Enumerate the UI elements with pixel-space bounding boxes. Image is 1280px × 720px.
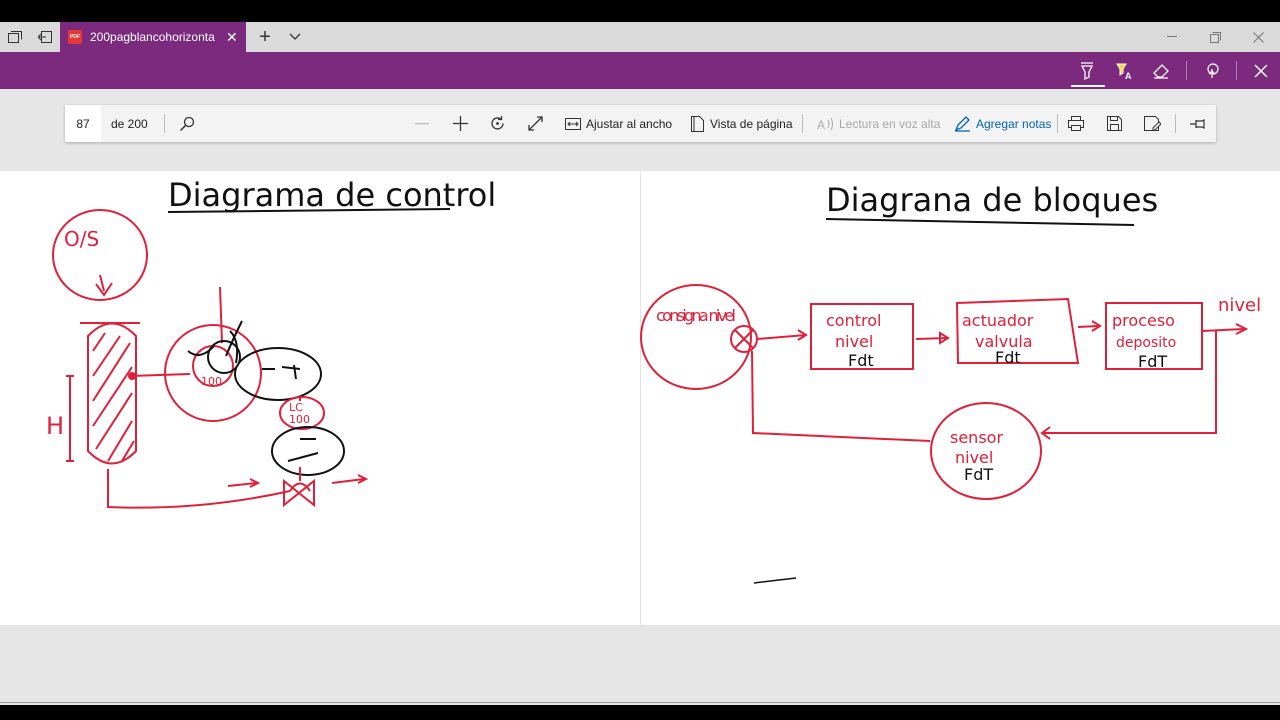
add-notes-button[interactable]: Agregar notas [976,105,1051,142]
svg-text:proceso: proceso [1112,311,1175,330]
print-icon[interactable] [1061,105,1091,142]
svg-text:A: A [817,118,825,131]
pdf-page: Diagrama de control O/S H 100 LC 100 Dia… [0,171,1280,625]
page-number-input[interactable]: 87 [65,105,101,142]
bottom-rule [0,702,1280,703]
add-notes-icon[interactable] [947,105,977,142]
minimize-icon[interactable] [1150,22,1194,52]
lc-tag: 100 [289,413,310,426]
handwritten-notes: Diagrama de control O/S H 100 LC 100 Dia… [46,176,1261,584]
plus-icon[interactable]: + [250,22,280,52]
zoom-in-icon[interactable] [445,105,475,142]
restore-icon[interactable] [1193,22,1237,52]
svg-text:sensor: sensor [950,428,1003,447]
svg-text:actuador: actuador [962,311,1034,330]
block-sensor: sensor nivel FdT [950,428,1003,484]
chevron-down-icon[interactable] [280,22,310,52]
controller-tag: 100 [201,375,222,388]
page-total: de 200 [111,116,148,131]
height-label: H [46,412,64,440]
source-label: O/S [64,227,99,251]
right-title-group: Diagrana de bloques [825,181,1158,226]
toolbar-divider [1236,61,1237,80]
control-valve [227,474,369,508]
zoom-out-icon[interactable] [407,105,437,142]
stray-mark [753,577,797,584]
read-aloud-icon: A [811,105,841,142]
read-aloud-button: Lectura en voz alta [839,116,941,131]
save-as-icon[interactable] [1137,105,1167,142]
fit-width-icon[interactable] [558,105,588,142]
pdf-icon: PDF [68,30,82,44]
tab-back-icon[interactable] [30,22,60,52]
search-icon[interactable] [172,105,202,142]
block-control: control nivel Fdt [826,311,881,370]
browser-window: PDF 200pagblancohorizonta ✕ + A 87 de 20… [0,22,1280,705]
toolbar-divider [1175,114,1176,133]
pin-icon[interactable] [1183,105,1213,142]
fullscreen-icon[interactable] [520,105,550,142]
tab-bar: PDF 200pagblancohorizonta ✕ + [0,22,1280,52]
eraser-icon[interactable] [1143,52,1179,89]
toolbar-divider [802,114,803,133]
input-label: consigna nivel [656,306,736,325]
svg-text:Fdt: Fdt [995,348,1021,367]
close-icon[interactable]: ✕ [226,29,238,46]
exit-ink-close-icon[interactable] [1243,52,1279,89]
svg-text:Fdt: Fdt [848,351,874,370]
page-view-icon[interactable] [682,105,712,142]
fit-width-button[interactable]: Ajustar al ancho [586,105,672,142]
tab-set-aside-icon[interactable] [0,22,30,52]
touch-write-icon[interactable] [1194,52,1230,89]
save-icon[interactable] [1099,105,1129,142]
level-controller [271,396,345,481]
page-view-button[interactable]: Vista de página [710,105,793,142]
block-actuator: actuador valvula Fdt [962,311,1034,367]
block-process: proceso deposito FdT [1112,311,1176,371]
toolbar-divider [1186,61,1187,80]
active-tool-indicator [1071,85,1105,87]
toolbar-divider [1057,114,1058,133]
output-label: nivel [1218,295,1261,316]
window-close-icon[interactable] [1236,22,1280,52]
svg-text:nivel: nivel [835,332,873,351]
svg-text:A: A [1125,71,1132,80]
svg-text:control: control [826,311,881,330]
tab-active[interactable]: PDF 200pagblancohorizonta ✕ [60,22,246,52]
source-tank [52,209,148,301]
ink-toolbar: A [0,52,1280,89]
rotate-icon[interactable] [482,105,512,142]
reader-toolbar: 87 de 200 Ajustar al ancho Vista de pági… [65,105,1216,142]
right-title: Diagrana de bloques [826,181,1158,219]
svg-text:deposito: deposito [1116,335,1176,351]
svg-text:FdT: FdT [964,465,993,484]
text-highlight-icon[interactable]: A [1106,52,1142,89]
toolbar-divider [164,114,165,133]
highlighter-icon[interactable] [1069,52,1105,89]
tab-title: 200pagblancohorizonta [90,30,215,44]
svg-text:FdT: FdT [1138,352,1167,371]
left-title-group: Diagrama de control [167,176,496,214]
